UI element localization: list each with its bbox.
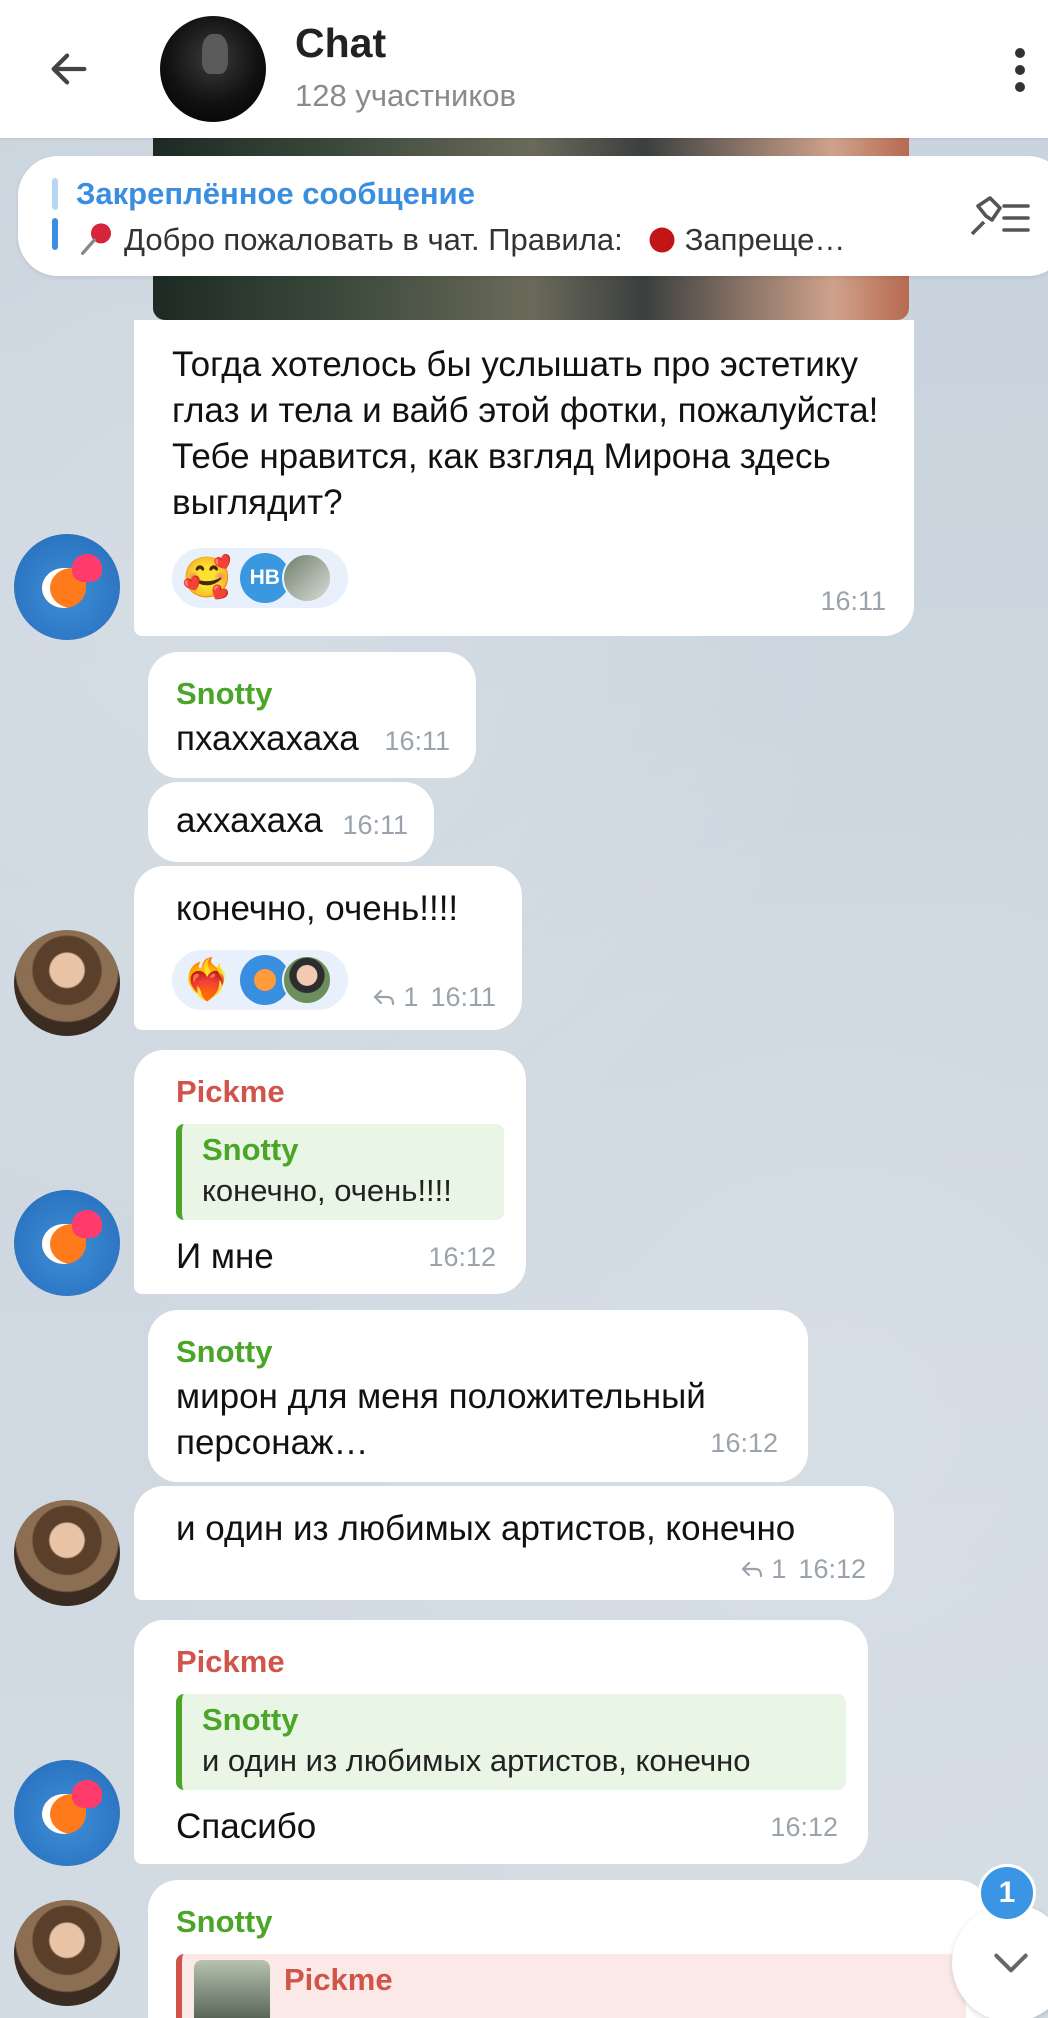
message-bubble[interactable]: Snotty мирон для меня положительный перс… bbox=[148, 1310, 808, 1482]
reply-count-value: 1 bbox=[403, 982, 419, 1012]
reply-count[interactable]: 1 16:12 bbox=[739, 1546, 866, 1592]
more-menu-button[interactable] bbox=[1000, 40, 1040, 100]
message-bubble[interactable]: Snotty Pickme bbox=[148, 1880, 988, 2018]
heart-on-fire-icon: ❤️‍🔥 bbox=[182, 958, 232, 1002]
message-bubble[interactable]: Pickme Snotty конечно, очень!!!! И мне 1… bbox=[134, 1050, 526, 1294]
message-bubble[interactable]: аххахаха 16:11 bbox=[148, 782, 434, 862]
reply-count-value: 1 bbox=[771, 1554, 787, 1584]
pinned-title: Закреплённое сообщение bbox=[76, 176, 475, 211]
message-text: конечно, очень!!!! bbox=[176, 889, 459, 928]
sender-avatar[interactable] bbox=[14, 930, 120, 1036]
message-time: 16:12 bbox=[710, 1428, 778, 1458]
quote-sender: Pickme bbox=[284, 1962, 393, 1997]
sender-name[interactable]: Snotty bbox=[176, 674, 448, 714]
quote-sender: Snotty bbox=[202, 1702, 299, 1737]
sender-avatar[interactable] bbox=[14, 1760, 120, 1866]
sender-name[interactable]: Snotty bbox=[176, 1902, 960, 1942]
pinned-text-end: Запреще… bbox=[684, 222, 846, 257]
pushpin-icon bbox=[81, 223, 111, 255]
pinned-text: Добро пожаловать в чат. Правила: Запреще… bbox=[76, 220, 956, 260]
message-bubble[interactable]: и один из любимых артистов, конечно 1 16… bbox=[134, 1486, 894, 1600]
message-time: 16:12 bbox=[770, 1812, 838, 1842]
reaction-avatar bbox=[281, 553, 332, 603]
smiling-face-hearts-icon: 🥰 bbox=[182, 556, 232, 600]
quote-sender: Snotty bbox=[202, 1132, 299, 1167]
quote-text: конечно, очень!!!! bbox=[202, 1173, 452, 1208]
chat-avatar[interactable] bbox=[160, 16, 266, 122]
message-time: 16:11 bbox=[820, 586, 886, 616]
more-dot-icon bbox=[1015, 48, 1025, 58]
reaction-avatar bbox=[281, 955, 332, 1005]
message-time: 16:12 bbox=[428, 1242, 496, 1272]
chat-member-count: 128 участников bbox=[295, 78, 516, 113]
sender-name[interactable]: Snotty bbox=[176, 1332, 780, 1372]
sender-name[interactable]: Pickme bbox=[176, 1642, 840, 1682]
sender-name[interactable]: Pickme bbox=[176, 1072, 498, 1112]
message-bubble[interactable]: Snotty пхаххахаха 16:11 bbox=[148, 652, 476, 778]
message-time: 16:11 bbox=[342, 810, 408, 840]
chat-title[interactable]: Chat bbox=[295, 20, 386, 67]
message-text: Тогда хотелось бы услышать про эстетику … bbox=[172, 345, 879, 522]
red-circle-icon bbox=[649, 227, 675, 253]
pinned-indicator bbox=[52, 178, 58, 210]
quoted-message[interactable]: Snotty и один из любимых артистов, конеч… bbox=[176, 1694, 846, 1790]
reply-arrow-icon bbox=[374, 989, 395, 1006]
unread-count-badge: 1 bbox=[978, 1864, 1036, 1922]
chat-header: Chat 128 участников bbox=[0, 0, 1048, 138]
quoted-message[interactable]: Snotty конечно, очень!!!! bbox=[176, 1124, 504, 1220]
message-time: 16:11 bbox=[430, 982, 496, 1012]
message-bubble[interactable]: Pickme Snotty и один из любимых артистов… bbox=[134, 1620, 868, 1864]
sender-avatar[interactable] bbox=[14, 1900, 120, 2006]
pinned-indicator-active bbox=[52, 218, 58, 250]
message-bubble[interactable]: конечно, очень!!!! ❤️‍🔥 1 16:11 bbox=[134, 866, 522, 1030]
pinned-text-start: Добро пожаловать в чат. Правила: bbox=[124, 222, 623, 257]
sender-avatar[interactable] bbox=[14, 1190, 120, 1296]
quote-text: и один из любимых артистов, конечно bbox=[202, 1743, 751, 1778]
pinned-message-bar[interactable]: Закреплённое сообщение Добро пожаловать … bbox=[18, 156, 1048, 276]
message-text: Спасибо bbox=[176, 1807, 317, 1846]
sender-avatar[interactable] bbox=[14, 1500, 120, 1606]
message-text: персонаж… bbox=[176, 1423, 369, 1462]
more-dot-icon bbox=[1015, 82, 1025, 92]
message-text: мирон для меня положительный bbox=[176, 1377, 706, 1416]
reply-arrow-icon bbox=[742, 1561, 763, 1578]
reactions-row[interactable]: ❤️‍🔥 bbox=[172, 950, 348, 1010]
pinned-list-button[interactable] bbox=[966, 194, 1036, 240]
more-dot-icon bbox=[1015, 65, 1025, 75]
quote-thumbnail bbox=[194, 1960, 270, 2018]
sender-avatar[interactable] bbox=[14, 534, 120, 640]
back-button[interactable] bbox=[36, 36, 102, 102]
message-time: 16:11 bbox=[384, 726, 450, 756]
chevron-down-icon bbox=[994, 1953, 1028, 1973]
message-bubble[interactable]: Тогда хотелось бы услышать про эстетику … bbox=[134, 320, 914, 636]
message-time: 16:12 bbox=[798, 1554, 866, 1584]
quoted-message[interactable]: Pickme bbox=[176, 1954, 966, 2018]
reply-count[interactable]: 1 16:11 bbox=[371, 974, 496, 1020]
pin-list-icon bbox=[970, 196, 1030, 236]
arrow-left-icon bbox=[51, 53, 87, 85]
reactions-row[interactable]: 🥰 НВ bbox=[172, 548, 348, 608]
